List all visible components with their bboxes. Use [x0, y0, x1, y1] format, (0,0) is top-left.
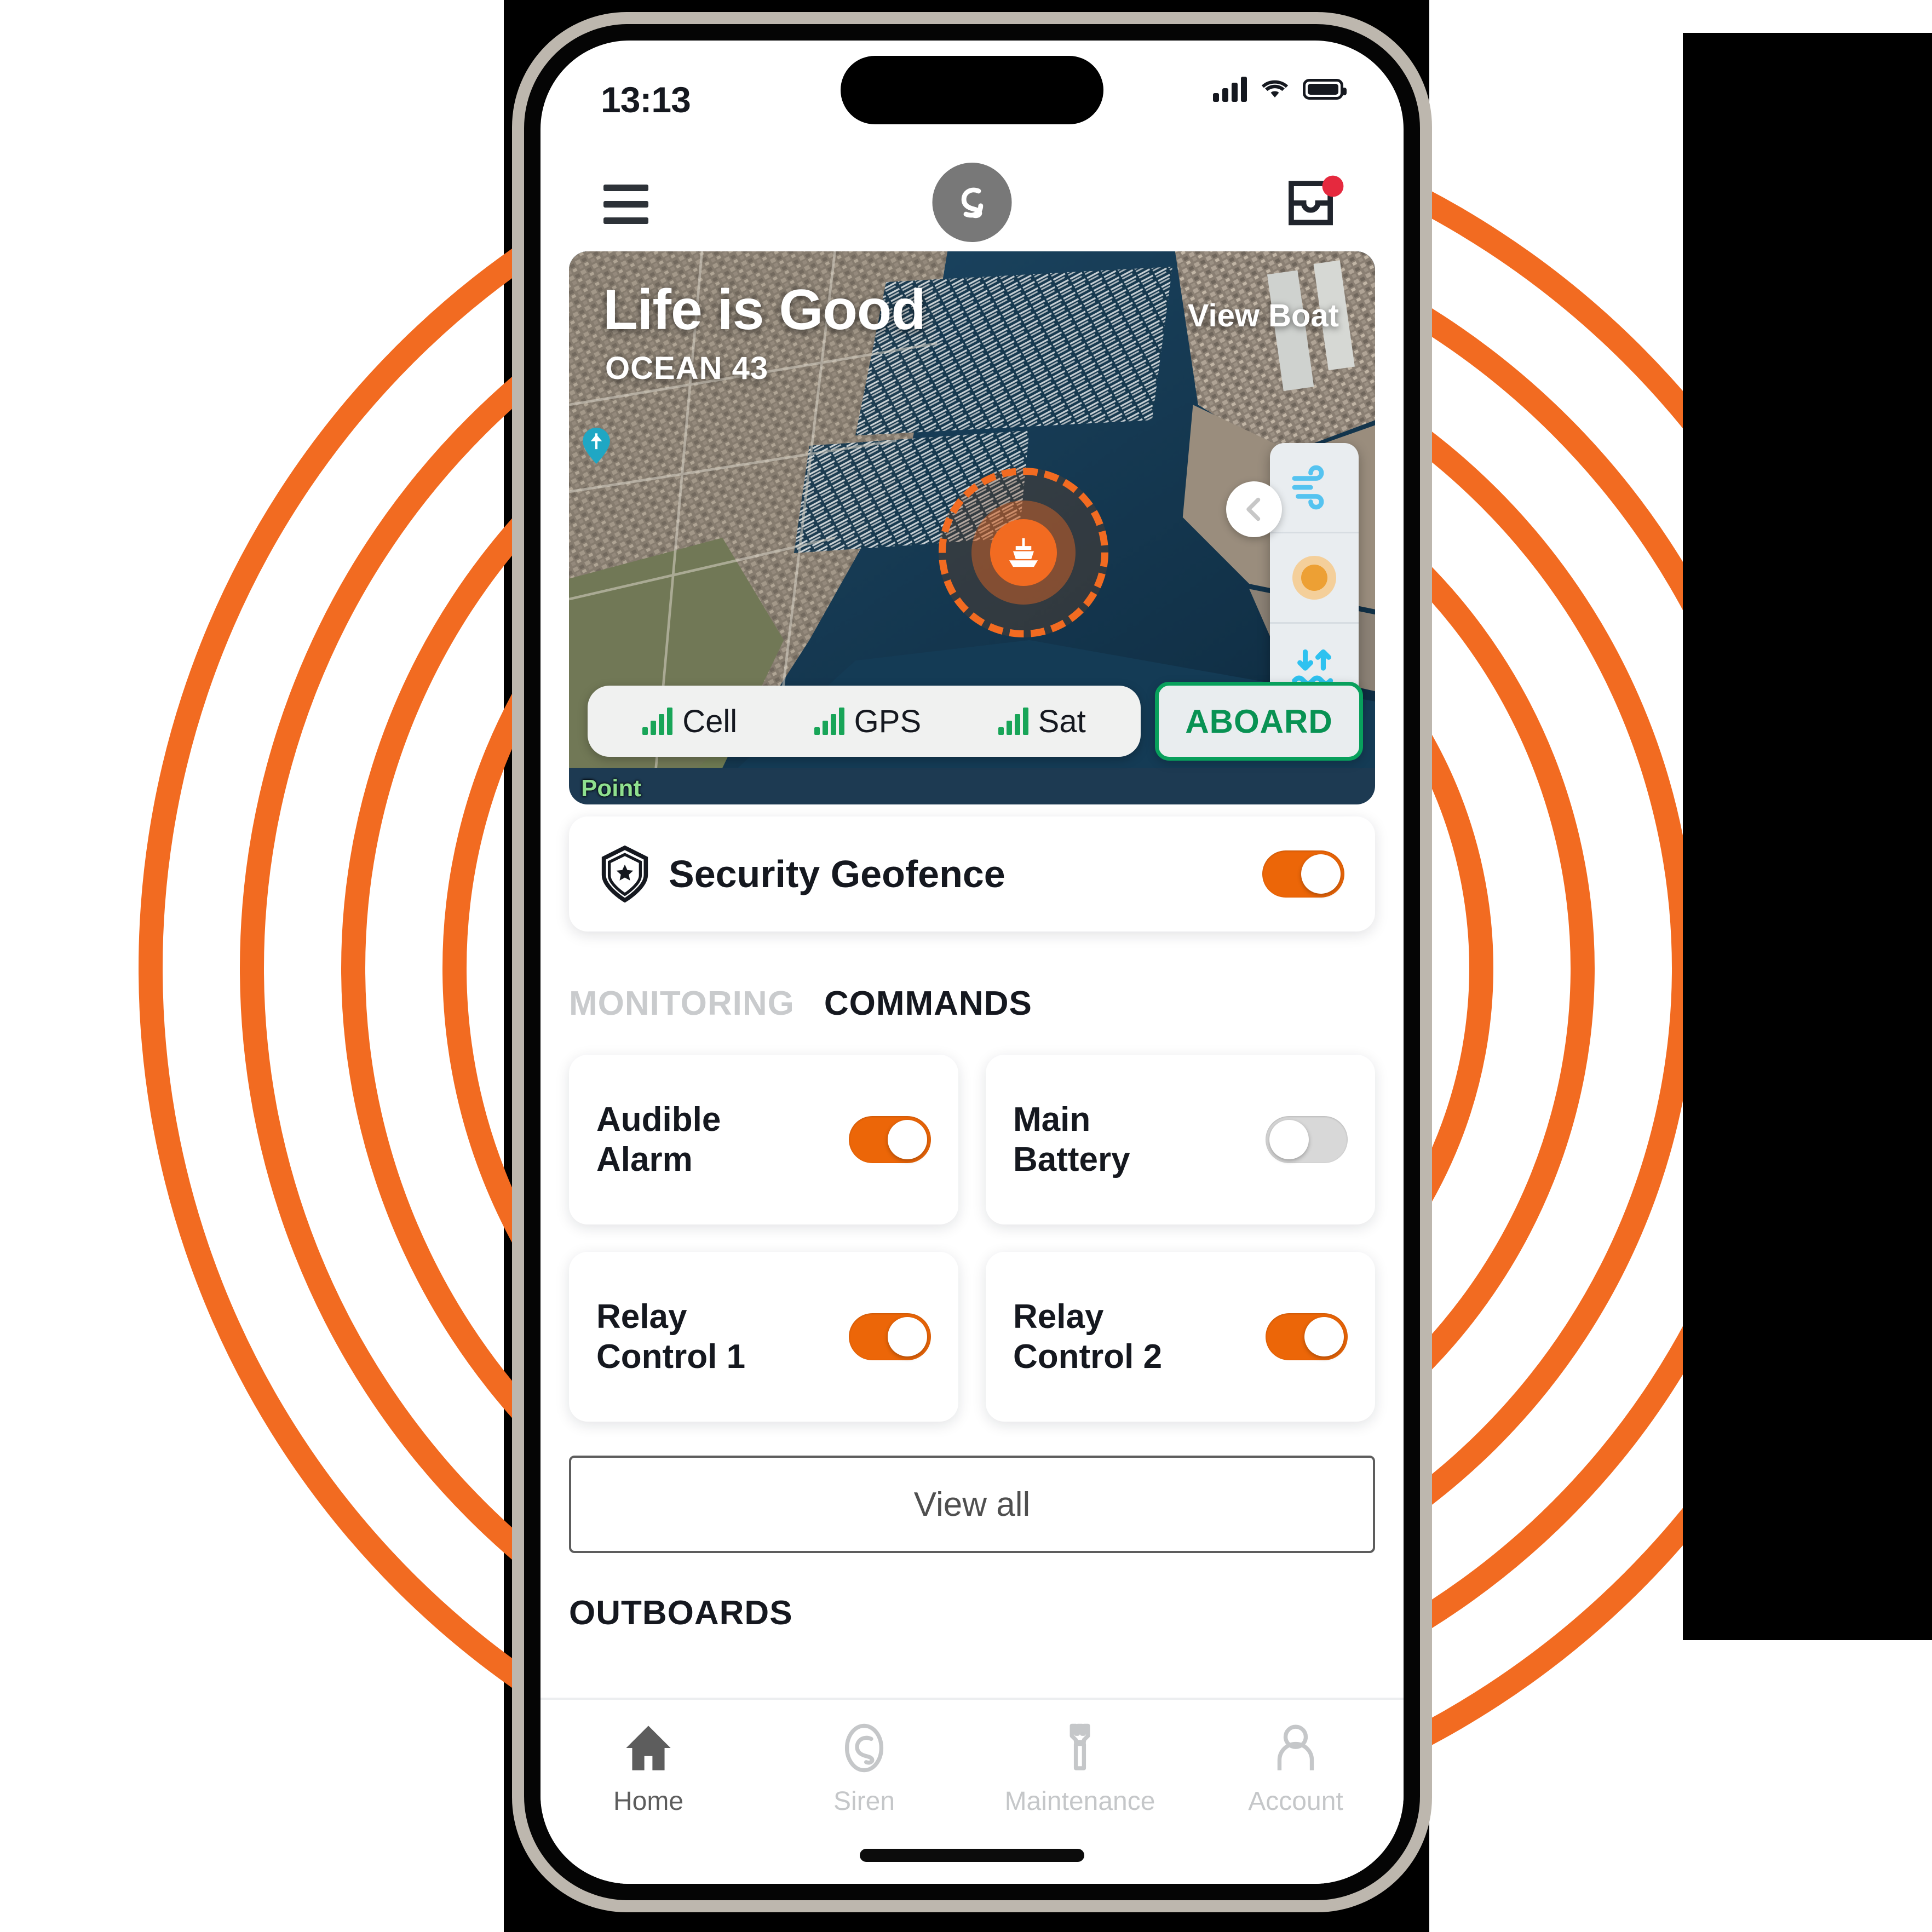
signal-gps-label: GPS — [854, 703, 922, 739]
command-label: Relay Control 2 — [1013, 1297, 1163, 1376]
chevron-left-icon — [1246, 497, 1261, 521]
outboards-section-heading: OUTBOARDS — [569, 1594, 793, 1632]
command-card-relay-control-2[interactable]: Relay Control 2 — [986, 1252, 1375, 1422]
phone-screen: 13:13 Life is Good OCEAN 43 View Boat Po… — [540, 41, 1404, 1884]
boat-name: Life is Good — [603, 278, 926, 342]
signal-sat-label: Sat — [1038, 703, 1086, 739]
commands-grid: Audible Alarm Main Battery Relay Control… — [569, 1055, 1375, 1422]
relay-control-2-toggle[interactable] — [1266, 1313, 1348, 1360]
phone-device: 13:13 Life is Good OCEAN 43 View Boat Po… — [512, 12, 1432, 1912]
map-layer-controls — [1270, 443, 1359, 712]
nav-label: Account — [1248, 1787, 1343, 1816]
nav-item-siren[interactable]: Siren — [756, 1722, 972, 1816]
home-indicator[interactable] — [860, 1849, 1084, 1862]
map-collapse-button[interactable] — [1226, 481, 1282, 537]
nav-item-account[interactable]: Account — [1188, 1722, 1404, 1816]
security-geofence-label: Security Geofence — [669, 853, 1005, 895]
boat-icon — [990, 519, 1057, 586]
command-label: Relay Control 1 — [596, 1297, 746, 1376]
black-backdrop-right — [1683, 33, 1932, 1640]
boat-model: OCEAN 43 — [605, 350, 769, 386]
sun-icon — [1292, 556, 1336, 600]
command-card-main-battery[interactable]: Main Battery — [986, 1055, 1375, 1224]
section-tabs: MONITORING COMMANDS — [569, 984, 1375, 1023]
signal-gps[interactable]: GPS — [814, 703, 922, 740]
siren-logo-icon — [844, 1723, 884, 1773]
aboard-button[interactable]: ABOARD — [1155, 682, 1363, 761]
main-battery-toggle[interactable] — [1266, 1116, 1348, 1163]
nav-item-home[interactable]: Home — [540, 1722, 756, 1816]
cellular-signal-icon — [1213, 77, 1247, 102]
signal-bars-icon — [998, 708, 1028, 735]
security-geofence-row[interactable]: Security Geofence — [569, 817, 1375, 932]
signal-bars-icon — [642, 708, 673, 735]
security-geofence-toggle[interactable] — [1262, 850, 1344, 898]
home-icon — [626, 1726, 671, 1770]
nav-label: Home — [613, 1787, 684, 1816]
command-label: Main Battery — [1013, 1100, 1130, 1178]
signal-cell-label: Cell — [682, 703, 738, 739]
signal-cell[interactable]: Cell — [642, 703, 737, 740]
wind-icon — [1292, 465, 1324, 510]
dynamic-island — [841, 56, 1103, 124]
view-boat-link[interactable]: View Boat — [1188, 297, 1339, 334]
nav-item-maintenance[interactable]: Maintenance — [972, 1722, 1188, 1816]
hamburger-menu-icon[interactable] — [603, 185, 648, 224]
person-icon — [1277, 1724, 1314, 1770]
wrench-icon — [1070, 1723, 1090, 1770]
command-card-relay-control-1[interactable]: Relay Control 1 — [569, 1252, 958, 1422]
command-card-audible-alarm[interactable]: Audible Alarm — [569, 1055, 958, 1224]
signal-bars-icon — [814, 708, 844, 735]
nav-label: Maintenance — [1004, 1787, 1155, 1816]
view-all-button[interactable]: View all — [569, 1456, 1375, 1553]
map-place-label: Point — [581, 775, 641, 802]
wifi-icon — [1261, 80, 1289, 97]
nav-label: Siren — [833, 1787, 895, 1816]
tab-commands[interactable]: COMMANDS — [824, 984, 1032, 1023]
wind-layer-button[interactable] — [1270, 443, 1359, 532]
relay-control-1-toggle[interactable] — [849, 1313, 931, 1360]
location-pin-icon — [583, 428, 610, 464]
boat-marker[interactable] — [971, 501, 1076, 605]
siren-marine-logo-icon[interactable] — [932, 163, 1012, 242]
tab-monitoring[interactable]: MONITORING — [569, 984, 795, 1023]
app-header — [540, 158, 1404, 251]
map-card[interactable]: Life is Good OCEAN 43 View Boat Point Ce… — [569, 251, 1375, 804]
command-label: Audible Alarm — [596, 1100, 721, 1178]
shield-star-icon — [601, 846, 648, 902]
battery-icon — [1303, 79, 1347, 100]
ios-status-bar: 13:13 — [540, 41, 1404, 158]
map-status-row: Cell GPS Sat ABOARD — [588, 682, 1363, 761]
sun-layer-button[interactable] — [1270, 532, 1359, 622]
inbox-icon[interactable] — [1284, 175, 1344, 235]
audible-alarm-toggle[interactable] — [849, 1116, 931, 1163]
signal-sat[interactable]: Sat — [998, 703, 1086, 740]
signal-status-pill: Cell GPS Sat — [588, 686, 1141, 757]
status-bar-clock: 13:13 — [601, 79, 691, 120]
